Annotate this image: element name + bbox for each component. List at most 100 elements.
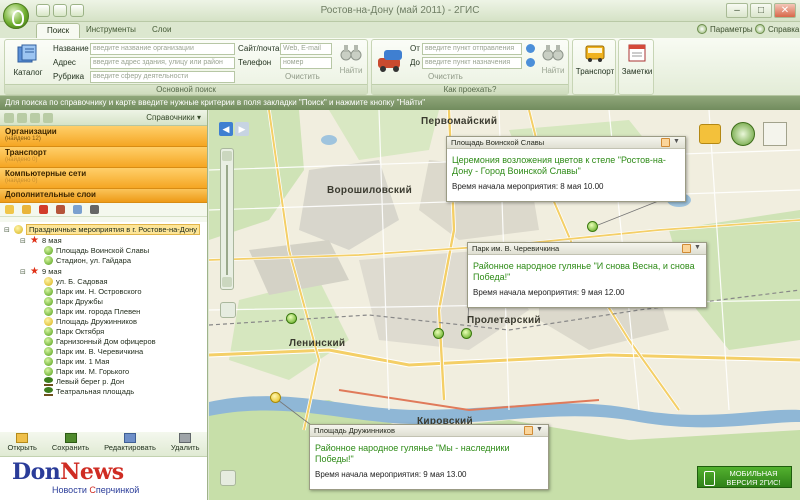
print-icon[interactable] (43, 113, 53, 123)
event-marker[interactable] (433, 328, 444, 339)
route-from-input[interactable]: введите пункт отправления (422, 43, 522, 55)
list-item[interactable]: Площадь Дружинников (44, 317, 137, 326)
tree-label: Гарнизонный Дом офицеров (56, 337, 156, 346)
help-link[interactable]: Справка (755, 24, 799, 34)
route-clear-button[interactable]: Очистить (428, 72, 463, 81)
category-transport[interactable]: Транспорт (найдено 0) (0, 147, 207, 168)
event-marker[interactable] (587, 221, 598, 232)
shape-icon[interactable] (73, 205, 82, 214)
3d-icon[interactable] (763, 122, 787, 146)
save-button[interactable]: Сохранить (52, 433, 89, 452)
pin-from-icon[interactable] (526, 44, 535, 53)
chevron-down-icon[interactable]: ▼ (536, 426, 545, 435)
magnifier-icon[interactable] (220, 302, 236, 318)
list-item[interactable]: Гарнизонный Дом офицеров (44, 337, 156, 346)
event-marker[interactable] (270, 392, 281, 403)
pin-icon[interactable] (39, 205, 48, 214)
nav-buttons (4, 113, 53, 123)
tree-day2[interactable]: ⊟ ★ 9 мая (20, 267, 62, 277)
category-title: Транспорт (5, 148, 47, 157)
chevron-down-icon[interactable]: ▼ (694, 244, 703, 253)
zoom-in-icon[interactable] (222, 151, 232, 161)
open-folder-icon[interactable] (22, 205, 31, 214)
route-find-label: Найти (541, 66, 565, 75)
params-link[interactable]: Параметры (697, 24, 753, 34)
address-input[interactable]: введите адрес здания, улицу или район (90, 57, 235, 69)
route-icon (378, 50, 402, 72)
category-networks[interactable]: Компьютерные сети (найдено 0) (0, 168, 207, 189)
list-item[interactable]: Театральная площадь (44, 387, 134, 396)
back-arrow-icon[interactable]: ◀ (219, 122, 233, 136)
donnews-banner[interactable]: DonNews Новости Сперчинкой (0, 456, 207, 500)
list-item[interactable]: Парк им. Н. Островского (44, 287, 142, 296)
folder-icon[interactable] (5, 205, 14, 214)
hint-bar: Для поиска по справочнику и карте введит… (0, 96, 800, 110)
tab-layers[interactable]: Слои (142, 23, 181, 38)
zoom-out-icon[interactable] (222, 277, 232, 287)
search-clear-button[interactable]: Очистить (285, 72, 320, 81)
route-find-button[interactable]: Найти (538, 42, 568, 75)
tree-day1[interactable]: ⊟ ★ 8 мая (20, 236, 62, 246)
forward-icon[interactable] (17, 113, 27, 123)
name-input[interactable]: введите название организации (90, 43, 235, 55)
forward-arrow-icon[interactable]: ▶ (235, 122, 249, 136)
list-item[interactable]: Парк им. В. Черевичкина (44, 347, 143, 356)
popup-buttons: ▼ (661, 138, 682, 147)
maximize-button[interactable]: □ (750, 3, 772, 18)
list-item[interactable]: Парк Октября (44, 327, 104, 336)
category-extra-layers[interactable]: Дополнительные слои (0, 189, 207, 203)
app-menu-button[interactable] (3, 3, 29, 29)
tree-label: Парк им. 1 Мая (56, 357, 110, 366)
list-item[interactable]: Стадион, ул. Гайдара (44, 256, 131, 265)
minimize-button[interactable]: – (726, 3, 748, 18)
collapse-icon[interactable]: ⊟ (4, 226, 11, 234)
list-item[interactable]: Площадь Воинской Славы (44, 246, 149, 255)
route-to-input[interactable]: введите пункт назначения (422, 57, 522, 69)
tab-search[interactable]: Поиск (36, 23, 81, 38)
ruler-icon[interactable] (699, 124, 721, 144)
map-view[interactable]: Первомайский Ворошиловский Пролетарский … (209, 110, 800, 500)
mobile-version-badge[interactable]: МОБИЛЬНАЯ ВЕРСИЯ 2ГИС! (697, 466, 792, 488)
fullscreen-icon[interactable] (220, 470, 236, 486)
phone-input[interactable]: номер (280, 57, 332, 69)
transport-button[interactable]: Транспорт (575, 43, 615, 76)
compass-icon[interactable] (731, 122, 755, 146)
list-item[interactable]: Парк им. города Плевен (44, 307, 140, 316)
event-marker[interactable] (461, 328, 472, 339)
notes-button[interactable]: Заметки (620, 43, 654, 76)
layer-tools (0, 203, 207, 217)
collapse-icon[interactable]: ⊟ (20, 237, 27, 245)
list-item[interactable]: Парк им. М. Горького (44, 367, 129, 376)
tab-tools[interactable]: Инструменты (76, 23, 146, 38)
minimize-popup-icon[interactable] (661, 138, 670, 147)
line-icon[interactable] (56, 205, 65, 214)
close-button[interactable]: ✕ (774, 3, 796, 18)
district-label: Ленинский (289, 338, 346, 349)
event-marker[interactable] (286, 313, 297, 324)
minimize-popup-icon[interactable] (682, 244, 691, 253)
collapse-icon[interactable]: ⊟ (20, 268, 27, 276)
site-label: Сайт/почта (238, 44, 280, 53)
category-organizations[interactable]: Организации (найдено 12) (0, 126, 207, 147)
list-item[interactable]: ул. Б. Садовая (44, 277, 108, 286)
help-icon (755, 24, 765, 34)
home-icon[interactable] (30, 113, 40, 123)
list-item[interactable]: Парк Дружбы (44, 297, 103, 306)
handbooks-dropdown[interactable]: Справочники ▾ (146, 113, 201, 122)
back-icon[interactable] (4, 113, 14, 123)
list-item[interactable]: Парк им. 1 Мая (44, 357, 109, 366)
site-input[interactable]: Web, E-mail (280, 43, 332, 55)
delete-button[interactable]: Удалить (171, 433, 199, 452)
list-item[interactable]: Левый берег р. Дон (44, 377, 124, 386)
pin-to-icon[interactable] (526, 58, 535, 67)
open-button[interactable]: Открыть (7, 433, 37, 452)
edit-button[interactable]: Редактировать (104, 433, 156, 452)
star-tool-icon[interactable] (90, 205, 99, 214)
chevron-down-icon[interactable]: ▼ (673, 138, 682, 147)
catalog-button[interactable]: Каталог (11, 44, 45, 77)
rubric-input[interactable]: введите сферу деятельности (90, 71, 235, 83)
zoom-slider[interactable] (220, 148, 234, 290)
tree-root[interactable]: ⊟ Праздничные мероприятия в г. Ростове-н… (4, 224, 201, 235)
minimize-popup-icon[interactable] (524, 426, 533, 435)
search-find-button[interactable]: Найти (336, 42, 366, 75)
